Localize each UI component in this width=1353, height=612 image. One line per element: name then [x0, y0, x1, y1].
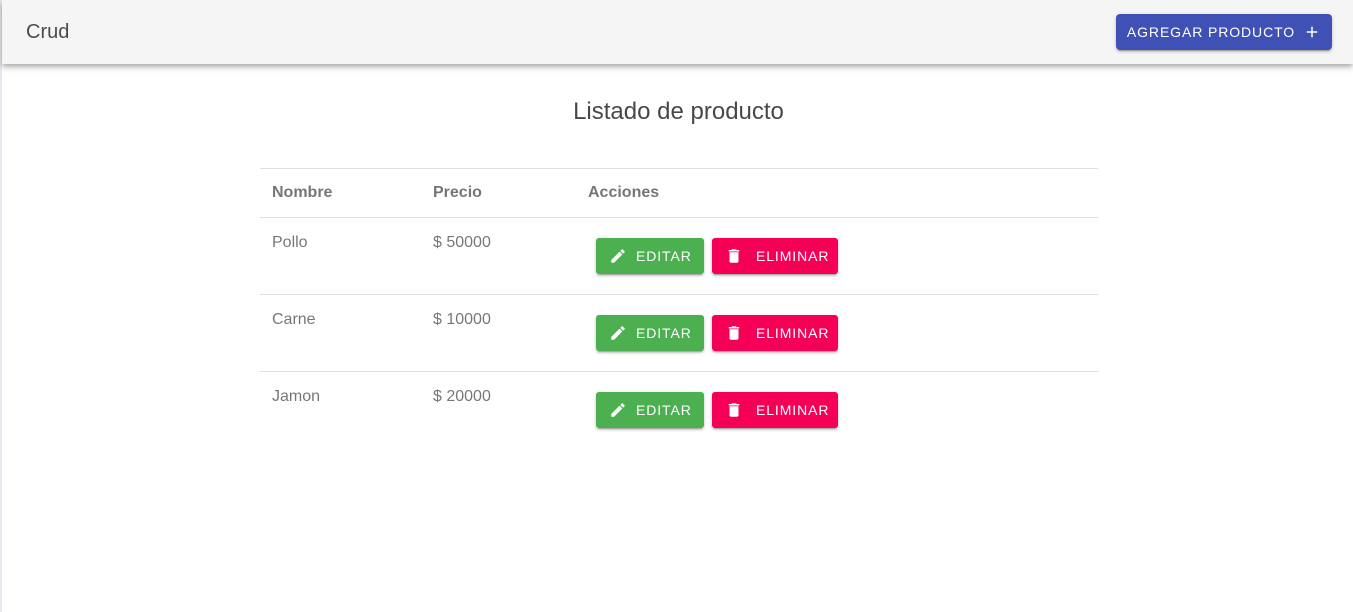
cell-precio: $ 20000	[433, 388, 491, 405]
add-product-label: Agregar producto	[1126, 24, 1296, 40]
table-header-row: Nombre Precio Acciones	[260, 168, 1098, 218]
table-row: Jamon $ 20000 Editar	[260, 372, 1098, 449]
row-actions: Editar Eliminar	[596, 315, 1098, 351]
app-toolbar: Crud Agregar producto	[2, 0, 1353, 64]
edit-button-label: Editar	[636, 325, 692, 341]
column-header-nombre: Nombre	[260, 168, 421, 218]
edit-button[interactable]: Editar	[596, 238, 704, 274]
trash-icon	[725, 324, 743, 342]
pencil-icon	[609, 401, 627, 419]
products-table: Nombre Precio Acciones Pollo $ 50000 EDI…	[260, 168, 1098, 448]
pencil-icon	[609, 324, 627, 342]
row-actions: Editar Eliminar	[596, 238, 1098, 274]
cell-precio: $ 10000	[421, 294, 576, 372]
cell-acciones: Editar Eliminar	[576, 217, 1098, 295]
cell-precio: $ 50000	[421, 217, 576, 295]
cell-nombre: Pollo	[260, 217, 421, 295]
delete-button-label: Eliminar	[756, 402, 830, 418]
cell-nombre: Carne	[260, 294, 421, 372]
cell-acciones: Editar Eliminar	[576, 294, 1098, 372]
trash-icon	[725, 401, 743, 419]
trash-icon	[725, 247, 743, 265]
edit-button-label: Editar	[636, 248, 692, 264]
row-actions: Editar Eliminar	[596, 392, 1098, 428]
pencil-icon	[609, 247, 627, 265]
app-title: Crud	[26, 21, 70, 43]
edit-button-label: Editar	[636, 402, 692, 418]
delete-button-label: Eliminar	[756, 325, 830, 341]
edit-button[interactable]: Editar	[596, 392, 704, 428]
edit-button[interactable]: Editar	[596, 315, 704, 351]
table-row: Pollo $ 50000 Editar	[260, 217, 1098, 295]
products-table-container: Nombre Precio Acciones Pollo $ 50000 EDI…	[260, 168, 1098, 448]
table-row: Carne $ 10000 Editar	[260, 294, 1098, 372]
delete-button[interactable]: Eliminar	[712, 315, 838, 351]
add-product-button[interactable]: Agregar producto	[1116, 14, 1332, 50]
cell-acciones: Editar Eliminar	[576, 372, 1098, 449]
app-root: Crud Agregar producto Listado de product…	[0, 0, 1353, 612]
cell-nombre: Jamon	[272, 388, 321, 405]
delete-button-label: Eliminar	[756, 248, 830, 264]
delete-button[interactable]: Eliminar	[712, 392, 838, 428]
page-title: Listado de producto	[573, 98, 784, 125]
column-header-acciones: Acciones	[576, 168, 1098, 218]
plus-icon	[1303, 23, 1321, 41]
column-header-precio: Precio	[421, 168, 576, 218]
delete-button[interactable]: Eliminar	[712, 238, 838, 274]
